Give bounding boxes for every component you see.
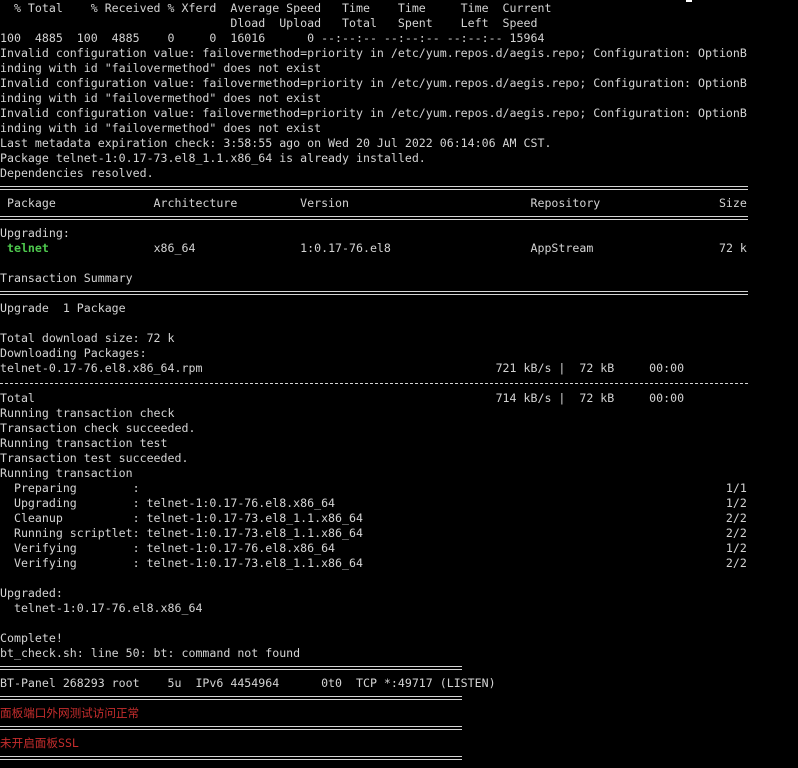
transaction-step-line: Transaction check succeeded. [0,421,196,435]
already-installed-line: Package telnet-1:0.17-73.el8_1.1.x86_64 … [0,151,426,165]
upgrade-count-line: Upgrade 1 Package [0,301,126,315]
dashed-rule [0,376,798,391]
progress-row: Running scriptlet: telnet-1:0.17-73.el8_… [0,526,747,540]
upgraded-package-line: telnet-1:0.17-76.el8.x86_64 [0,601,203,615]
curl-header-line: % Total % Received % Xferd Average Speed… [0,1,552,15]
transaction-step-line: Transaction test succeeded. [0,451,189,465]
double-rule [0,286,798,301]
double-rule [0,211,798,226]
download-file-line: telnet-0.17-76.el8.x86_64.rpm 721 kB/s |… [0,361,685,375]
warning-line: inding with id "failovermethod" does not… [0,61,322,75]
bt-error-line: bt_check.sh: line 50: bt: command not fo… [0,646,301,660]
package-table-header: Package Architecture Version Repository … [0,196,747,210]
double-rule [0,661,798,676]
transaction-step-line: Running transaction test [0,436,168,450]
downloading-packages-line: Downloading Packages: [0,346,147,360]
progress-row: Verifying : telnet-1:0.17-76.el8.x86_64 … [0,541,747,555]
transaction-summary-title: Transaction Summary [0,271,133,285]
warning-line: inding with id "failovermethod" does not… [0,121,322,135]
upgrading-label: Upgrading: [0,226,70,240]
warning-line: inding with id "failovermethod" does not… [0,91,322,105]
double-rule [0,691,798,706]
warning-line: Invalid configuration value: failovermet… [0,76,747,90]
curl-header-line: Dload Upload Total Spent Left Speed [0,16,538,30]
progress-row: Upgrading : telnet-1:0.17-76.el8.x86_64 … [0,496,747,510]
metadata-check-line: Last metadata expiration check: 3:58:55 … [0,136,552,150]
complete-line: Complete! [0,631,63,645]
total-download-size-line: Total download size: 72 k [0,331,175,345]
terminal-window[interactable]: % Total % Received % Xferd Average Speed… [0,0,798,768]
double-rule [0,721,798,736]
download-total-line: Total 714 kB/s | 72 kB 00:00 [0,391,685,405]
progress-row: Verifying : telnet-1:0.17-73.el8_1.1.x86… [0,556,747,570]
transaction-step-line: Running transaction [0,466,133,480]
progress-row: Cleanup : telnet-1:0.17-73.el8_1.1.x86_6… [0,511,747,525]
double-rule [0,751,798,766]
package-name: telnet [0,241,49,255]
listen-line: BT-Panel 268293 root 5u IPv6 4454964 0t0… [0,676,496,690]
terminal-output: % Total % Received % Xferd Average Speed… [0,1,798,766]
package-details: x86_64 1:0.17-76.el8 AppStream 72 k [48,241,747,255]
panel-ssl-status-line: 未开启面板SSL [0,736,79,750]
package-table-row: telnet x86_64 1:0.17-76.el8 AppStream 72… [0,241,798,256]
panel-port-status-line: 面板端口外网测试访问正常 [0,706,140,720]
transaction-step-line: Running transaction check [0,406,175,420]
upgraded-label: Upgraded: [0,586,63,600]
dependencies-resolved-line: Dependencies resolved. [0,166,154,180]
progress-row: Preparing : 1/1 [0,481,747,495]
curl-progress-line: 100 4885 100 4885 0 0 16016 0 --:--:-- -… [0,31,545,45]
warning-line: Invalid configuration value: failovermet… [0,46,747,60]
double-rule [0,181,798,196]
warning-line: Invalid configuration value: failovermet… [0,106,747,120]
